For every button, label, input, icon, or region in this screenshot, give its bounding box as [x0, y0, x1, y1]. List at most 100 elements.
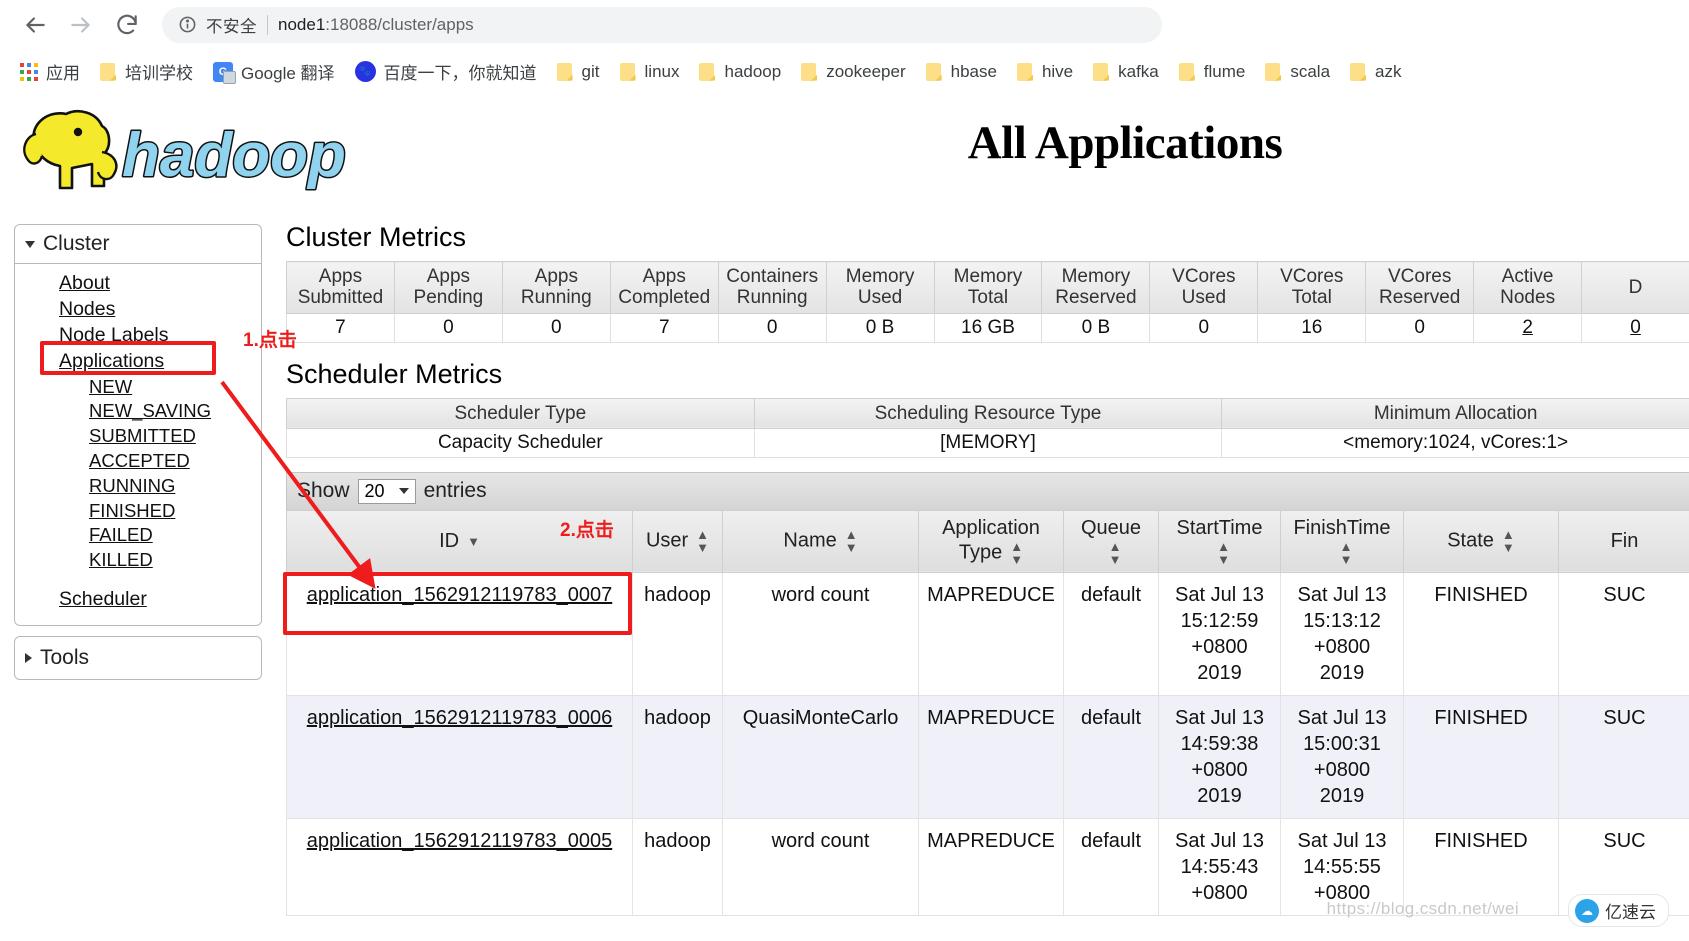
cluster-metric-value: 16 GB — [933, 312, 1043, 343]
folder-icon — [556, 62, 574, 82]
application-id-anchor[interactable]: application_1562912119783_0006 — [307, 707, 612, 729]
application-id-anchor[interactable]: application_1562912119783_0007 — [307, 584, 612, 606]
scheduler-metrics-header-row: Scheduler Type Scheduling Resource Type Mi… — [286, 397, 1689, 429]
bookmark-label: flume — [1203, 61, 1246, 81]
bookmark-item[interactable]: kafka — [1083, 58, 1169, 86]
applications-column-finishtime[interactable]: FinishTime ▲ ▼ — [1280, 509, 1404, 573]
bookmark-label: kafka — [1118, 61, 1159, 81]
application-name: QuasiMonteCarlo — [722, 694, 919, 819]
sidebar-item-node-labels[interactable]: Node Labels — [15, 322, 261, 348]
bookmark-item[interactable]: hive — [1007, 58, 1083, 86]
cluster-metric-header: Containers Running — [717, 261, 827, 314]
address-bar[interactable]: 不安全 node1:18088/cluster/apps — [162, 6, 1162, 43]
hadoop-logo[interactable]: hadoop — [14, 102, 444, 200]
sidebar-item-failed[interactable]: FAILED — [15, 523, 261, 548]
reload-icon[interactable] — [106, 4, 148, 46]
watermark-csdn: https://blog.csdn.net/wei — [1326, 899, 1519, 918]
application-user: hadoop — [632, 694, 723, 819]
sort-icon[interactable]: ▲ ▼ — [1010, 540, 1023, 566]
bookmark-item[interactable]: git — [547, 58, 610, 86]
cluster-metrics-table: Apps Submitted Apps Pending Apps Running Apps C… — [286, 261, 1689, 343]
applications-body: application_1562912119783_0007 hadoop word… — [286, 571, 1689, 916]
cluster-metric-header: Apps Pending — [393, 261, 503, 314]
column-label: Name — [783, 529, 837, 552]
back-arrow-icon[interactable] — [14, 4, 56, 46]
folder-icon — [100, 62, 117, 82]
folder-icon — [1093, 62, 1110, 82]
application-user: hadoop — [632, 571, 723, 696]
yarn-page: hadoop All Applications Cluster About Nod… — [0, 94, 1689, 916]
watermark-yisu: ☁ 亿速云 — [1568, 894, 1669, 927]
column-label: StartTime — [1176, 516, 1263, 539]
sidebar-tools-header[interactable]: Tools — [15, 637, 261, 679]
bookmark-item[interactable]: 培训学校 — [90, 55, 203, 88]
applications-datatable: Show 20 entries ID ▼ User ▲ ▼ Name ▲ ▼ Applicati… — [286, 471, 1689, 916]
sort-desc-icon[interactable]: ▼ — [467, 535, 480, 548]
cluster-metric-value[interactable]: 0 — [1581, 312, 1689, 343]
forward-arrow-icon[interactable] — [60, 4, 102, 46]
column-label: FinishTime — [1293, 516, 1391, 539]
sidebar-item-scheduler[interactable]: Scheduler — [15, 587, 261, 613]
sort-icon[interactable]: ▲ ▼ — [696, 528, 709, 554]
cluster-metric-value: 0 — [1149, 312, 1259, 343]
applications-column-starttime[interactable]: StartTime ▲ ▼ — [1158, 509, 1281, 573]
sidebar-tools-label: Tools — [40, 645, 90, 669]
applications-column-id[interactable]: ID ▼ — [286, 509, 633, 573]
sort-icon[interactable]: ▲ ▼ — [1502, 528, 1515, 554]
bookmark-item[interactable]: linux — [610, 58, 690, 86]
applications-column-user[interactable]: User ▲ ▼ — [632, 509, 723, 573]
folder-icon — [1350, 62, 1367, 82]
cluster-metric-value: 0 — [501, 312, 611, 343]
sidebar-cluster-header[interactable]: Cluster — [15, 225, 261, 264]
sidebar-item-accepted[interactable]: ACCEPTED — [15, 448, 261, 473]
bookmark-item[interactable]: azk — [1340, 58, 1411, 86]
sort-icon[interactable]: ▲ ▼ — [1217, 540, 1230, 566]
sidebar-item-new[interactable]: NEW — [15, 374, 261, 399]
entries-select[interactable]: 20 — [357, 478, 416, 504]
sidebar-item-about[interactable]: About — [15, 270, 261, 296]
bookmark-item[interactable]: 应用 — [10, 55, 90, 88]
cluster-metric-value[interactable]: 2 — [1473, 312, 1583, 343]
cluster-metric-value: 7 — [286, 312, 395, 343]
applications-column-state[interactable]: State ▲ ▼ — [1403, 509, 1559, 573]
info-circle-icon[interactable] — [178, 15, 197, 34]
application-final-status: SUC — [1558, 694, 1689, 819]
folder-icon — [619, 62, 637, 82]
bookmark-item[interactable]: 🐾 百度一下，你就知道 — [345, 55, 547, 88]
bookmark-label: git — [581, 61, 600, 81]
applications-column-queue[interactable]: Queue ▲ ▼ — [1063, 509, 1159, 573]
application-id-link[interactable]: application_1562912119783_0006 — [286, 694, 633, 819]
bookmark-item[interactable]: G Google 翻译 — [203, 55, 345, 88]
metric-link[interactable]: 0 — [1630, 317, 1641, 338]
bookmark-item[interactable]: zookeeper — [791, 58, 915, 86]
scheduler-metric-header: Scheduling Resource Type — [753, 397, 1223, 429]
sidebar-item-running[interactable]: RUNNING — [15, 473, 261, 498]
column-label: Application Type — [942, 516, 1040, 564]
applications-column-name[interactable]: Name ▲ ▼ — [722, 509, 919, 573]
cluster-metrics-value-row: 700700 B 16 GB 0 B 0 16 0 2 0 — [286, 312, 1689, 343]
sidebar-item-new-saving[interactable]: NEW_SAVING — [15, 399, 261, 424]
bookmark-item[interactable]: flume — [1169, 58, 1256, 86]
sidebar-item-killed[interactable]: KILLED — [15, 548, 261, 573]
applications-column-application-type[interactable]: Application Type ▲ ▼ — [918, 509, 1064, 573]
sidebar-item-nodes[interactable]: Nodes — [15, 296, 261, 322]
sidebar-item-finished[interactable]: FINISHED — [15, 498, 261, 523]
bookmark-item[interactable]: scala — [1255, 58, 1340, 86]
scheduler-metric-value: [MEMORY] — [753, 427, 1223, 458]
applications-column-fin[interactable]: Fin — [1558, 509, 1689, 573]
omnibox-divider — [267, 14, 268, 35]
sidebar-item-submitted[interactable]: SUBMITTED — [15, 424, 261, 449]
bookmark-item[interactable]: hadoop — [689, 58, 791, 86]
sidebar-item-applications[interactable]: Applications — [15, 348, 261, 374]
application-id-link[interactable]: application_1562912119783_0007 — [286, 571, 633, 696]
application-final-status: SUC — [1558, 571, 1689, 696]
application-state: FINISHED — [1403, 694, 1559, 819]
sort-icon[interactable]: ▲ ▼ — [1340, 540, 1353, 566]
bookmark-item[interactable]: hbase — [916, 58, 1007, 86]
cluster-metrics-header-row: Apps Submitted Apps Pending Apps Running Apps C… — [286, 261, 1689, 314]
sort-icon[interactable]: ▲ ▼ — [845, 528, 858, 554]
application-id-link[interactable]: application_1562912119783_0005 — [286, 817, 633, 916]
metric-link[interactable]: 2 — [1522, 317, 1533, 338]
sort-icon[interactable]: ▲ ▼ — [1109, 540, 1122, 566]
application-id-anchor[interactable]: application_1562912119783_0005 — [307, 830, 612, 852]
